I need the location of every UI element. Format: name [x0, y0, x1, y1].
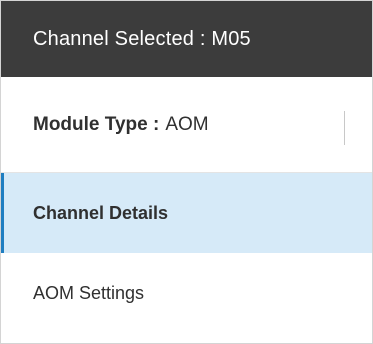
nav-item-aom-settings[interactable]: AOM Settings [1, 253, 372, 333]
module-type-value: AOM [165, 113, 209, 135]
module-type-label: Module Type : [33, 113, 160, 135]
nav-item-label: Channel Details [33, 202, 169, 223]
channel-selected-title: Channel Selected : M05 [33, 27, 251, 50]
nav-item-label: AOM Settings [33, 282, 145, 303]
nav-item-channel-details[interactable]: Channel Details [1, 173, 372, 253]
divider [344, 111, 345, 145]
channel-panel: Channel Selected : M05 Module Type : AOM… [0, 0, 373, 344]
channel-header: Channel Selected : M05 [1, 1, 372, 77]
module-type-row: Module Type : AOM [1, 77, 372, 173]
